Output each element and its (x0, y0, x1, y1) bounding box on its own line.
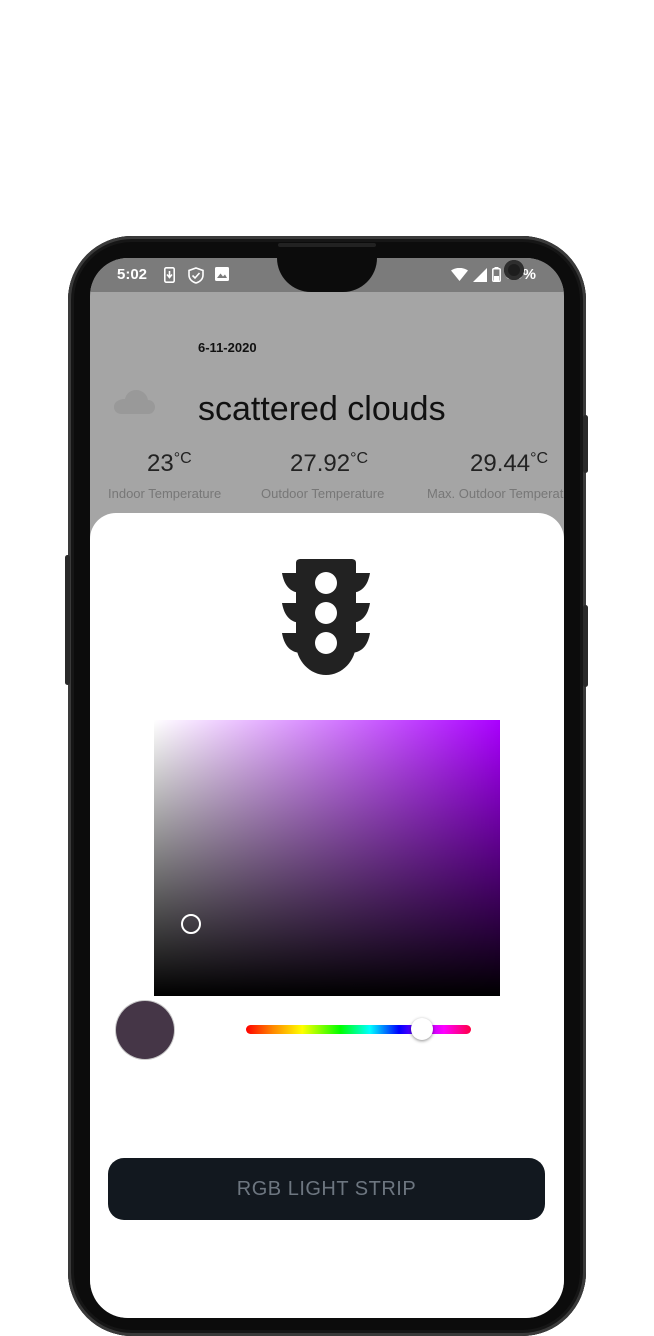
outdoor-temp-label: Outdoor Temperature (261, 486, 385, 501)
outdoor-temp-unit: °C (350, 450, 369, 467)
weather-description: scattered clouds (198, 390, 446, 428)
traffic-light-icon (282, 559, 370, 675)
selected-color-swatch (116, 1001, 174, 1059)
signal-icon (472, 267, 487, 282)
download-icon (164, 267, 175, 283)
max-outdoor-temp-label: Max. Outdoor Temperature (427, 486, 564, 501)
power-button (583, 415, 588, 473)
wifi-icon (450, 268, 468, 281)
saturation-value-picker[interactable] (154, 720, 500, 996)
outdoor-temp: 27.92°C (290, 450, 368, 478)
phone-screen: 5:02 39% 6-11-20 (90, 258, 564, 1318)
picker-cursor[interactable] (181, 914, 201, 934)
image-icon (215, 267, 229, 281)
max-outdoor-temp-unit: °C (530, 450, 549, 467)
side-button (583, 605, 588, 687)
indoor-temp-label: Indoor Temperature (108, 486, 222, 501)
light-control-sheet: RGB LIGHT STRIP (90, 513, 564, 1318)
indoor-temp-unit: °C (173, 450, 192, 467)
hue-slider[interactable] (246, 1018, 471, 1040)
rgb-light-strip-button[interactable]: RGB LIGHT STRIP (108, 1158, 545, 1220)
indoor-temp-value: 23 (147, 450, 174, 477)
volume-button (65, 555, 70, 685)
weather-date: 6-11-2020 (198, 340, 257, 355)
max-outdoor-temp: 29.44°C (470, 450, 548, 478)
status-time: 5:02 (117, 266, 148, 283)
front-camera (504, 260, 524, 280)
earpiece-speaker (278, 243, 376, 247)
cloud-icon (114, 390, 155, 414)
max-outdoor-temp-value: 29.44 (470, 450, 531, 477)
indoor-temp: 23°C (147, 450, 192, 478)
outdoor-temp-value: 27.92 (290, 450, 351, 477)
hue-slider-thumb[interactable] (410, 1018, 433, 1040)
battery-icon (492, 267, 501, 282)
shield-icon (188, 267, 204, 284)
